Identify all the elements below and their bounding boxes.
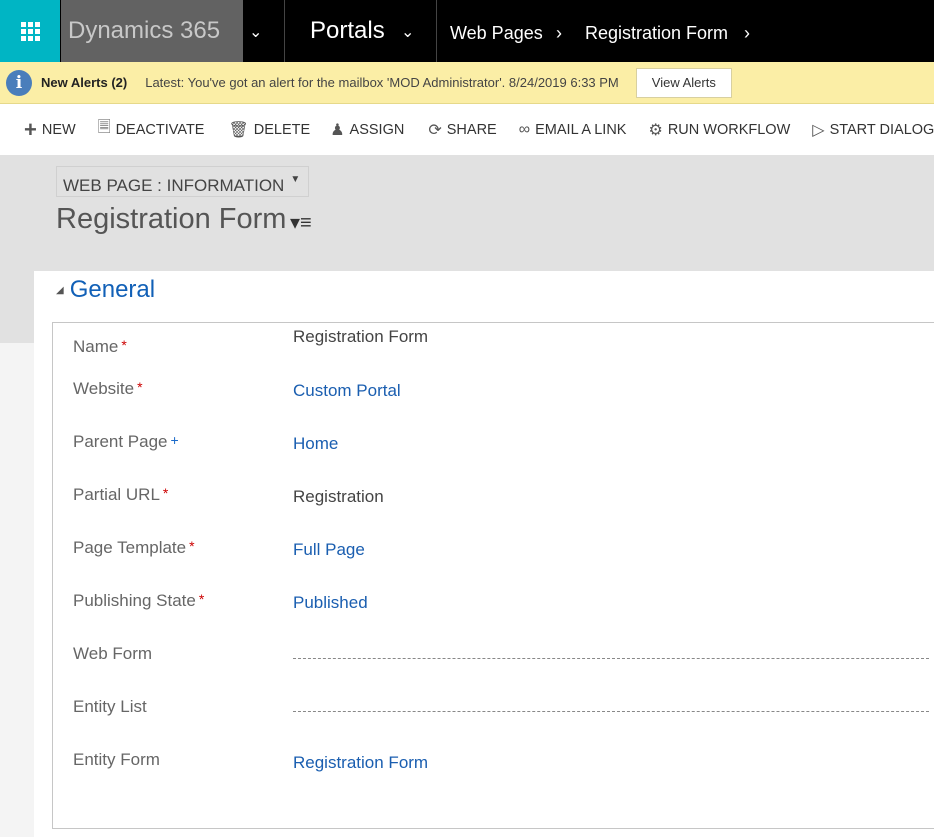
section-header[interactable]: ◢ General <box>56 276 155 304</box>
field-label: Entity List <box>73 697 147 716</box>
divider <box>436 0 437 62</box>
alert-message: Latest: You've got an alert for the mail… <box>145 75 619 90</box>
chevron-down-icon[interactable]: ⌄ <box>249 0 262 62</box>
field-label: Page Template * <box>73 538 195 557</box>
share-button[interactable]: ⟳ SHARE <box>428 120 496 140</box>
chevron-right-icon: › <box>556 23 562 43</box>
page-template-lookup-link[interactable]: Full Page <box>293 540 365 560</box>
waffle-icon <box>20 21 40 41</box>
field-label: Name * <box>73 337 127 356</box>
app-launcher-button[interactable] <box>0 0 60 62</box>
divider <box>284 0 285 62</box>
command-label: RUN WORKFLOW <box>667 121 791 138</box>
field-label: Partial URL * <box>73 485 169 504</box>
entity-form-lookup-link[interactable]: Registration Form <box>293 753 428 773</box>
command-label: DELETE <box>253 121 311 138</box>
command-label: SHARE <box>446 121 497 138</box>
chevron-down-icon[interactable]: ⌄ <box>401 0 414 62</box>
alert-title: New Alerts (2) <box>41 75 128 90</box>
required-icon: * <box>189 538 195 554</box>
record-menu-icon[interactable]: ▾≡ <box>290 210 312 235</box>
breadcrumb-registration-form[interactable]: Registration Form <box>585 0 728 66</box>
section-title: General <box>69 276 156 303</box>
web-form-input[interactable] <box>293 658 929 659</box>
field-value[interactable]: Registration <box>293 487 384 507</box>
field-label: Parent Page + <box>73 432 179 451</box>
record-title: Registration Form <box>56 203 287 235</box>
publishing-state-lookup-link[interactable]: Published <box>293 593 368 613</box>
command-label: DEACTIVATE <box>115 121 205 138</box>
share-icon: ⟳ <box>428 121 442 139</box>
form-panel: ◢ General Name * Registration Form Website *… <box>34 271 934 837</box>
new-button[interactable]: + NEW <box>24 117 76 143</box>
form-selector-label: WEB PAGE : INFORMATION <box>63 176 285 195</box>
workflow-icon: ⚙ <box>648 121 663 139</box>
breadcrumb-web-pages[interactable]: Web Pages <box>450 0 543 66</box>
link-icon: ∞ <box>518 120 531 138</box>
trash-icon: 🗑 <box>228 121 249 139</box>
command-label: ASSIGN <box>349 121 405 138</box>
deactivate-icon: 🗏 <box>97 119 111 136</box>
assign-button[interactable]: ♟ ASSIGN <box>330 120 404 140</box>
plus-icon: + <box>24 116 37 142</box>
recommended-icon: + <box>170 432 179 448</box>
dialog-icon: ▷ <box>812 121 825 139</box>
caret-down-icon: ▼ <box>290 174 301 185</box>
entity-list-input[interactable] <box>293 711 929 712</box>
chevron-right-icon[interactable]: › <box>744 0 750 66</box>
field-label: Publishing State * <box>73 591 205 610</box>
field-label: Entity Form <box>73 750 160 769</box>
form-selector[interactable]: WEB PAGE : INFORMATION ▼ <box>56 166 310 197</box>
field-label: Web Form <box>73 644 153 663</box>
alert-bar: i New Alerts (2) Latest: You've got an a… <box>0 62 934 104</box>
deactivate-button[interactable]: 🗏 DEACTIVATE <box>98 116 205 143</box>
general-section: Name * Registration Form Website * Custom Po… <box>52 322 934 829</box>
required-icon: * <box>121 337 127 353</box>
command-bar: + NEW 🗏 DEACTIVATE 🗑 DELETE ♟ ASSIGN ⟳ SHARE … <box>0 104 934 155</box>
info-icon: i <box>6 69 32 96</box>
top-nav-bar: Dynamics 365 ⌄ Portals ⌄ Web Pages › Reg… <box>0 0 934 62</box>
required-icon: * <box>162 485 169 501</box>
command-label: START DIALOG <box>829 121 934 138</box>
command-label: EMAIL A LINK <box>535 121 627 138</box>
collapse-triangle-icon: ◢ <box>56 285 64 297</box>
field-label: Website * <box>73 379 143 398</box>
delete-button[interactable]: 🗑 DELETE <box>228 120 310 140</box>
command-label: NEW <box>41 121 76 138</box>
view-alerts-button[interactable]: View Alerts <box>635 67 732 98</box>
required-icon: * <box>137 379 143 395</box>
area-selector[interactable]: Portals <box>310 0 385 62</box>
field-value[interactable]: Registration Form <box>293 327 428 347</box>
run-workflow-button[interactable]: ⚙ RUN WORKFLOW <box>648 120 790 140</box>
required-icon: * <box>198 591 205 607</box>
brand-label[interactable]: Dynamics 365 <box>61 0 243 62</box>
assign-icon: ♟ <box>330 121 345 139</box>
website-lookup-link[interactable]: Custom Portal <box>293 381 401 401</box>
start-dialog-button[interactable]: ▷ START DIALOG <box>812 120 934 140</box>
email-link-button[interactable]: ∞ EMAIL A LINK <box>519 121 627 139</box>
parent-page-lookup-link[interactable]: Home <box>293 434 338 454</box>
